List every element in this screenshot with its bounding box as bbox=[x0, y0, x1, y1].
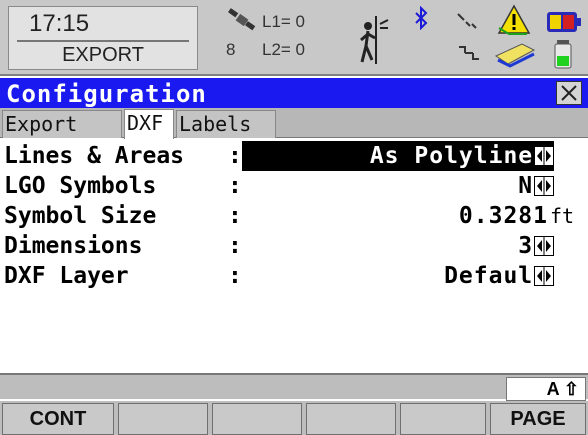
form-panel: Lines & Areas : As Polylines LGO Symbols… bbox=[0, 139, 588, 373]
status-bar: 17:15 EXPORT 8 L1= 0 L2= 0 bbox=[0, 0, 588, 76]
field-value[interactable]: 0.3281 bbox=[459, 201, 548, 231]
input-mode-bar: A ⇧ bbox=[0, 373, 588, 401]
tab-labels[interactable]: Labels bbox=[176, 110, 276, 138]
left-right-arrows-icon[interactable] bbox=[534, 146, 554, 166]
field-label: DXF Layer bbox=[4, 263, 185, 289]
rover-icon bbox=[360, 16, 389, 64]
field-colon: : bbox=[228, 143, 242, 169]
satellite-count: 8 bbox=[226, 40, 236, 59]
battery-level-icon bbox=[554, 40, 572, 69]
dialog-title-bar: Configuration bbox=[0, 78, 588, 108]
field-label: Lines & Areas bbox=[4, 143, 185, 169]
warning-icon bbox=[497, 4, 531, 35]
field-value[interactable]: As Polylines bbox=[370, 141, 548, 171]
signal-icon bbox=[457, 13, 477, 29]
close-button[interactable] bbox=[556, 81, 582, 105]
tab-strip: Export DXF Labels bbox=[0, 108, 588, 139]
input-mode-indicator: A ⇧ bbox=[506, 377, 586, 401]
time-mode-box: 17:15 EXPORT bbox=[8, 6, 198, 70]
tab-dxf[interactable]: DXF bbox=[124, 109, 174, 139]
satellite-icon bbox=[228, 8, 256, 31]
input-mode-text: A ⇧ bbox=[546, 379, 579, 399]
field-colon: : bbox=[228, 203, 242, 229]
function-key-bar: CONT PAGE bbox=[0, 401, 588, 435]
field-value[interactable]: Default bbox=[444, 261, 548, 291]
divider bbox=[17, 40, 189, 42]
field-dimensions[interactable]: Dimensions : 3D bbox=[0, 231, 588, 261]
field-label: Symbol Size bbox=[4, 203, 185, 229]
f3-button[interactable] bbox=[212, 403, 302, 435]
field-dxf-layer[interactable]: DXF Layer : Default bbox=[0, 261, 588, 291]
field-symbol-size[interactable]: Symbol Size : 0.3281 ft bbox=[0, 201, 588, 231]
clock-time: 17:15 bbox=[29, 10, 90, 37]
left-right-arrows-icon[interactable] bbox=[534, 176, 554, 196]
field-unit: ft bbox=[550, 204, 575, 228]
f2-button[interactable] bbox=[118, 403, 208, 435]
left-right-arrows-icon[interactable] bbox=[534, 266, 554, 286]
field-label: LGO Symbols bbox=[4, 173, 185, 199]
battery-icon bbox=[547, 12, 581, 32]
f1-cont-button[interactable]: CONT bbox=[2, 403, 114, 435]
close-icon bbox=[561, 85, 577, 101]
tab-export[interactable]: Export bbox=[2, 110, 122, 138]
left-right-arrows-icon[interactable] bbox=[534, 236, 554, 256]
bluetooth-icon bbox=[415, 6, 428, 30]
memory-card-icon bbox=[494, 43, 536, 68]
l1-count: L1= 0 bbox=[262, 12, 306, 31]
field-lgo-symbols[interactable]: LGO Symbols : No bbox=[0, 171, 588, 201]
field-lines-areas[interactable]: Lines & Areas : As Polylines bbox=[0, 141, 588, 171]
current-mode: EXPORT bbox=[62, 44, 144, 66]
f5-button[interactable] bbox=[400, 403, 486, 435]
link-icon bbox=[459, 46, 479, 60]
f4-button[interactable] bbox=[306, 403, 396, 435]
field-colon: : bbox=[228, 173, 242, 199]
field-label: Dimensions bbox=[4, 233, 185, 259]
field-colon: : bbox=[228, 233, 242, 259]
f6-page-button[interactable]: PAGE bbox=[490, 403, 586, 435]
dialog-title: Configuration bbox=[6, 80, 207, 108]
l2-count: L2= 0 bbox=[262, 40, 306, 59]
field-colon: : bbox=[228, 263, 242, 289]
